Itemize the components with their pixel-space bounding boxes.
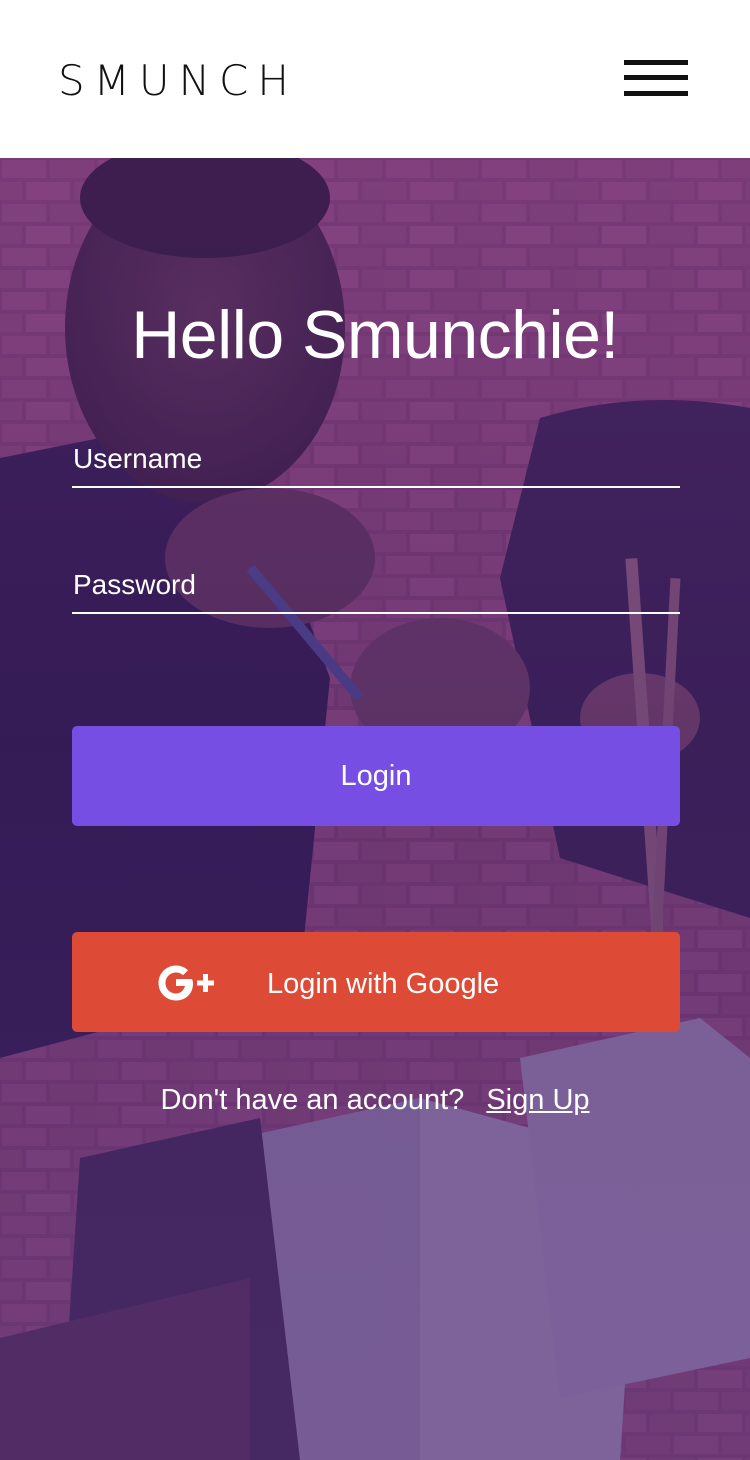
signup-row: Don't have an account? Sign Up <box>0 1080 750 1120</box>
signup-prompt: Don't have an account? <box>160 1084 465 1116</box>
page-title: Hello Smunchie! <box>131 297 619 373</box>
google-plus-icon <box>158 965 214 1001</box>
password-input[interactable] <box>72 562 681 608</box>
login-button[interactable]: Login <box>72 726 680 826</box>
hamburger-menu-icon-bar <box>624 91 688 96</box>
username-input[interactable] <box>72 436 681 482</box>
hamburger-menu-icon-bar <box>624 75 688 80</box>
hamburger-menu-icon-bar <box>624 60 688 65</box>
hamburger-menu-button[interactable] <box>624 58 688 100</box>
app-header: SMUNCH <box>0 0 750 158</box>
username-field[interactable] <box>72 436 681 488</box>
password-field[interactable] <box>72 562 681 614</box>
smunch-logo[interactable]: SMUNCH <box>58 58 298 104</box>
google-login-button[interactable]: Login with Google <box>72 932 680 1032</box>
google-login-label: Login with Google <box>267 968 500 1000</box>
signup-link[interactable]: Sign Up <box>486 1084 589 1116</box>
